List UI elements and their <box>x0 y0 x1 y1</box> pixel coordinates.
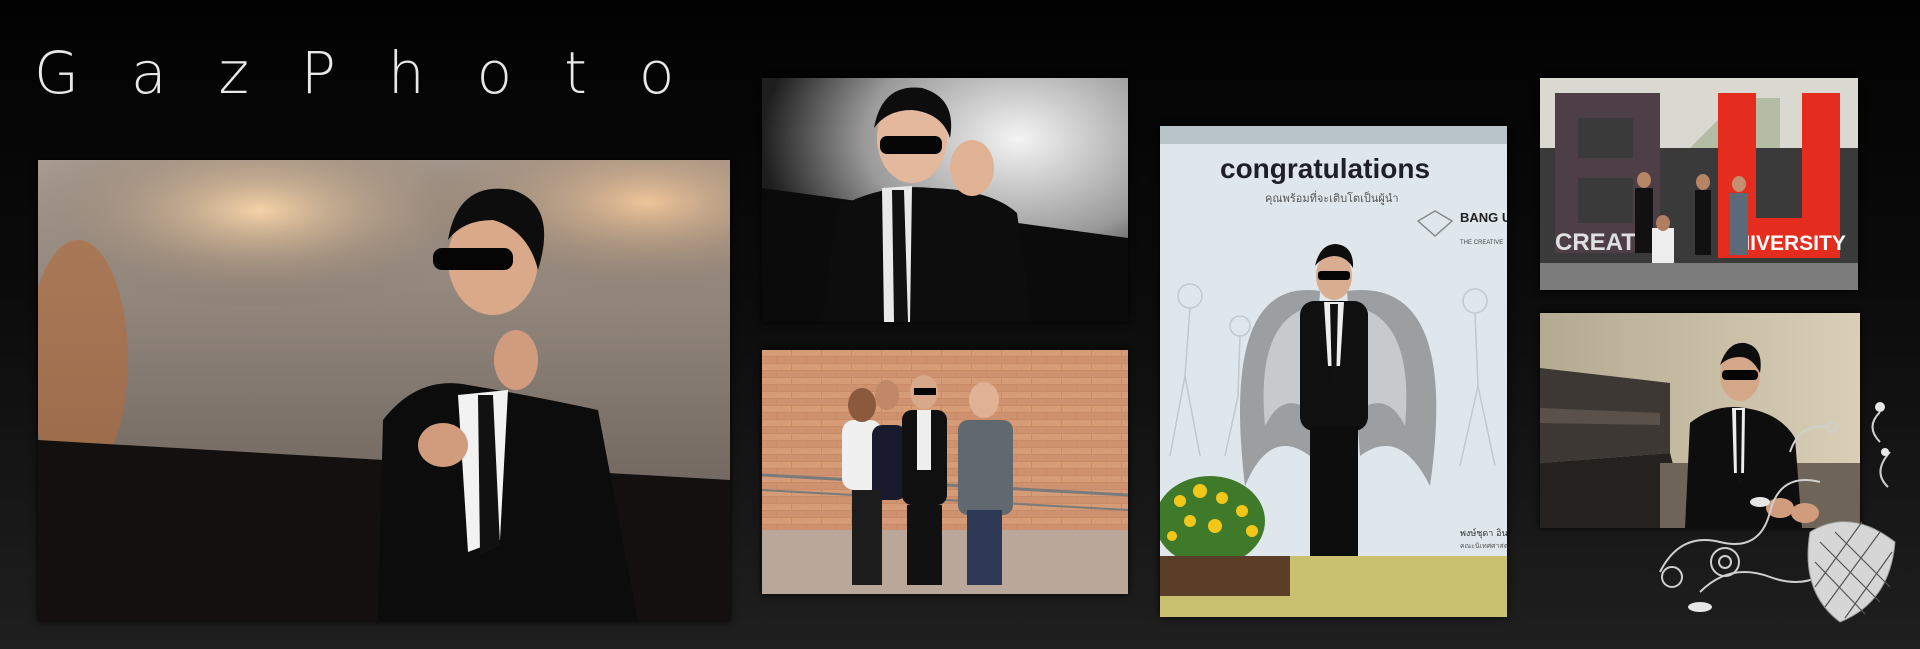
campus-sign-left: CREAT <box>1555 229 1636 256</box>
floral-ornament-icon <box>1659 402 1896 623</box>
photo-man-adjusting-tie-image <box>38 160 730 622</box>
photo-man-waving-image <box>762 78 1128 322</box>
photo-angel-wings-banner[interactable]: congratulations คุณพร้อมที่จะเติบโตเป็นผ… <box>1160 126 1507 617</box>
photo-angel-wings-banner-image: congratulations คุณพร้อมที่จะเติบโตเป็นผ… <box>1160 126 1507 617</box>
photo-group-brick-wall-image <box>762 350 1128 594</box>
photo-man-waving[interactable] <box>762 78 1128 322</box>
site-title: GazPhoto <box>34 39 727 107</box>
banner-logo-text: BANG UNIVE <box>1460 210 1507 225</box>
photo-group-brick-wall[interactable] <box>762 350 1128 594</box>
banner-subline: คุณพร้อมที่จะเติบโตเป็นผู้นำ <box>1265 190 1399 205</box>
campus-sign-right: NIVERSITY <box>1735 232 1846 255</box>
banner-footer-text: พงษ์ชุดา อิน <box>1460 527 1507 539</box>
photo-man-adjusting-tie[interactable] <box>38 160 730 622</box>
banner-headline: congratulations <box>1220 153 1430 184</box>
banner-logo-sub: THE CREATIVE <box>1460 240 1503 246</box>
banner-footer-sub: คณะนิเทศศาสตร์ <box>1460 542 1507 550</box>
photo-campus-sign[interactable]: CREAT NIVERSITY <box>1540 78 1858 290</box>
photo-campus-sign-image: CREAT NIVERSITY <box>1540 78 1858 290</box>
